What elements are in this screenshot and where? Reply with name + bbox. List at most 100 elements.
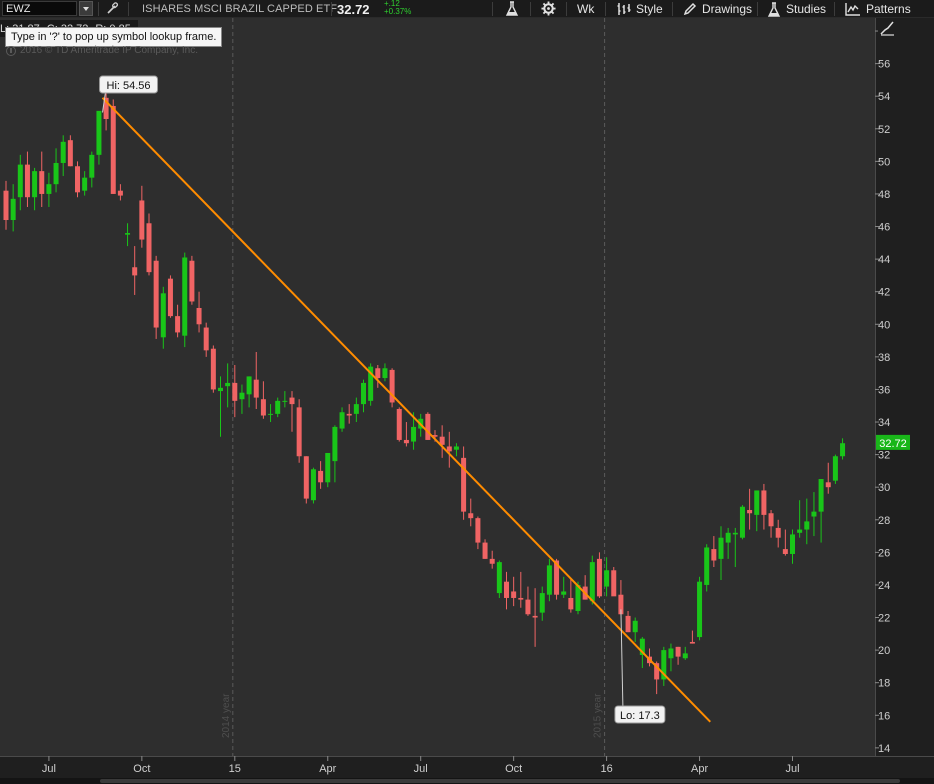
candle[interactable] (303, 456, 309, 504)
candle[interactable] (704, 544, 710, 592)
info-icon[interactable] (6, 45, 16, 56)
trendline[interactable] (101, 97, 711, 723)
candle[interactable] (689, 630, 695, 644)
candle[interactable] (210, 345, 216, 393)
candle[interactable] (139, 185, 145, 248)
candle[interactable] (403, 422, 409, 447)
candle[interactable] (546, 558, 552, 602)
candle[interactable] (439, 425, 445, 458)
candle[interactable] (682, 646, 688, 660)
candle[interactable] (196, 291, 202, 333)
candle[interactable] (110, 99, 116, 194)
candle[interactable] (225, 363, 231, 408)
candle[interactable] (67, 135, 73, 167)
candle[interactable] (804, 498, 810, 545)
candle[interactable] (797, 500, 803, 538)
candle[interactable] (275, 397, 281, 418)
candle[interactable] (496, 560, 502, 598)
candle[interactable] (296, 399, 302, 463)
candle[interactable] (3, 180, 9, 230)
candle[interactable] (361, 379, 366, 413)
candle[interactable] (818, 479, 824, 543)
candle[interactable] (10, 184, 16, 232)
candle[interactable] (504, 571, 509, 610)
candle[interactable] (346, 404, 352, 424)
candle[interactable] (453, 443, 459, 457)
candle[interactable] (489, 550, 495, 569)
candle[interactable] (811, 492, 817, 537)
candle[interactable] (389, 368, 395, 408)
candle[interactable] (518, 571, 524, 608)
candle[interactable] (761, 483, 767, 530)
candle[interactable] (718, 526, 724, 581)
candle[interactable] (782, 529, 788, 556)
candle[interactable] (46, 172, 52, 207)
candle[interactable] (482, 539, 488, 559)
candle[interactable] (253, 351, 259, 409)
scrollbar-thumb[interactable] (100, 779, 900, 783)
autoscale-icon[interactable] (878, 20, 896, 36)
candle[interactable] (596, 552, 602, 598)
candle[interactable] (60, 135, 66, 177)
candle[interactable] (289, 391, 295, 432)
candle[interactable] (96, 110, 102, 165)
candle[interactable] (604, 557, 610, 597)
candle[interactable] (268, 404, 274, 423)
candle[interactable] (768, 510, 774, 538)
candle[interactable] (353, 397, 359, 423)
candle[interactable] (382, 363, 388, 382)
candle[interactable] (618, 580, 624, 615)
candle[interactable] (468, 498, 474, 527)
candle[interactable] (89, 151, 95, 188)
candle[interactable] (132, 246, 138, 295)
candle[interactable] (318, 461, 324, 489)
candle[interactable] (825, 462, 831, 494)
candle[interactable] (747, 488, 753, 530)
candle[interactable] (632, 617, 638, 642)
candle[interactable] (75, 161, 80, 198)
candle[interactable] (790, 529, 795, 564)
candle[interactable] (711, 536, 717, 568)
candle[interactable] (739, 505, 745, 540)
candle[interactable] (24, 151, 30, 207)
candle[interactable] (539, 586, 545, 621)
candle[interactable] (125, 223, 131, 247)
candle[interactable] (732, 527, 738, 568)
candle[interactable] (325, 452, 331, 488)
candle[interactable] (332, 425, 338, 483)
candle[interactable] (246, 376, 252, 408)
candle[interactable] (39, 151, 45, 207)
candle[interactable] (167, 275, 173, 318)
candle[interactable] (561, 576, 567, 598)
candle[interactable] (53, 148, 59, 193)
candle[interactable] (232, 365, 238, 418)
candle[interactable] (218, 376, 223, 437)
candle[interactable] (339, 407, 345, 432)
candle[interactable] (832, 454, 838, 484)
candle[interactable] (310, 467, 316, 504)
candle[interactable] (82, 171, 88, 196)
candle[interactable] (32, 167, 38, 211)
horizontal-scrollbar[interactable] (0, 778, 934, 784)
candle[interactable] (775, 519, 781, 548)
candle[interactable] (840, 438, 846, 460)
candle[interactable] (17, 154, 23, 211)
candle[interactable] (368, 363, 374, 406)
candle[interactable] (754, 490, 760, 532)
candle[interactable] (668, 643, 674, 672)
candle[interactable] (260, 381, 266, 419)
candle[interactable] (189, 255, 195, 305)
candle[interactable] (425, 412, 431, 440)
candle[interactable] (532, 588, 538, 647)
candle[interactable] (117, 184, 123, 201)
candle[interactable] (175, 304, 181, 338)
candle[interactable] (625, 611, 631, 633)
candle[interactable] (475, 516, 481, 550)
candle[interactable] (611, 567, 617, 597)
candle[interactable] (146, 213, 152, 276)
candle[interactable] (725, 527, 731, 559)
candle[interactable] (661, 646, 667, 686)
candle[interactable] (239, 384, 245, 414)
candle[interactable] (203, 322, 209, 357)
candle[interactable] (153, 255, 159, 339)
